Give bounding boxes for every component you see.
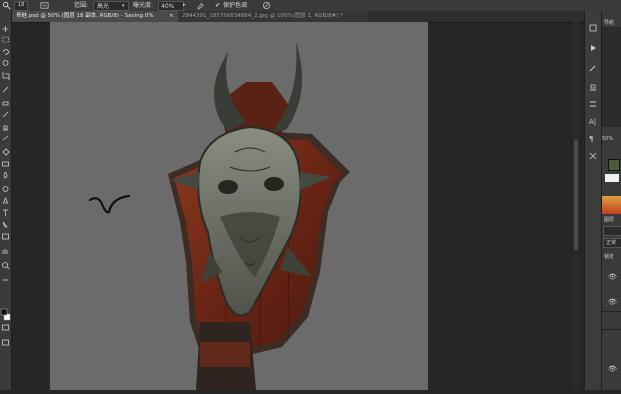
blend-mode-select[interactable]: 正常 bbox=[603, 238, 621, 248]
hand-tool-icon bbox=[2, 249, 8, 254]
brush-panel-icon[interactable] bbox=[40, 1, 49, 10]
swatches-strip[interactable] bbox=[602, 196, 621, 214]
protect-tone-checkbox[interactable]: ✔ bbox=[215, 0, 220, 11]
airbrush-icon[interactable] bbox=[196, 1, 205, 10]
healing-brush-icon bbox=[2, 101, 9, 106]
brush-presets-icon[interactable] bbox=[588, 63, 598, 73]
pressure-size-icon[interactable] bbox=[262, 1, 271, 10]
layer-filter[interactable] bbox=[603, 226, 621, 236]
type-tool-icon bbox=[3, 209, 8, 216]
pen-tool-icon bbox=[2, 196, 9, 204]
history-panel-icon[interactable] bbox=[588, 23, 598, 33]
dodge-tool-icon bbox=[2, 186, 9, 192]
layers-tab[interactable]: 图层 bbox=[604, 216, 614, 223]
tools-icons bbox=[0, 26, 11, 346]
screen-mode-icon bbox=[2, 339, 9, 346]
tab-frog-psd[interactable]: 青蛙.psd @ 50% (图层 18 副本, RGB/8) - Saving … bbox=[12, 11, 179, 22]
protect-tone-label: 保护色调 bbox=[223, 2, 248, 9]
lock-label: 锁定 bbox=[604, 254, 615, 260]
layer-divider bbox=[602, 311, 621, 312]
range-select[interactable]: 高光 ▾ bbox=[93, 1, 129, 11]
range-label: 范围: bbox=[74, 2, 89, 9]
close-icon[interactable]: × bbox=[169, 11, 174, 22]
tab-reference-jpg[interactable]: 2844391_185756634884_2.jpg @ 100%(图层 1, … bbox=[178, 11, 368, 22]
move-tool-icon bbox=[2, 26, 9, 32]
quick-mask-icon bbox=[2, 324, 9, 331]
eye-icon[interactable]: 👁 bbox=[608, 298, 617, 306]
brush-tool-icon bbox=[2, 111, 9, 118]
background-swatch[interactable] bbox=[605, 174, 619, 182]
foreground-color-swatch bbox=[0, 308, 8, 316]
clone-source-icon[interactable] bbox=[588, 83, 598, 93]
navigator-preview[interactable] bbox=[602, 27, 621, 127]
blur-tool-icon bbox=[3, 171, 8, 179]
paragraph-panel-icon[interactable]: ¶ bbox=[589, 135, 593, 143]
quick-select-icon bbox=[2, 60, 9, 66]
gradient-tool-icon bbox=[2, 161, 9, 167]
exposure-field[interactable]: 40% bbox=[158, 1, 184, 11]
artwork bbox=[88, 42, 350, 390]
scrollbar-thumb[interactable] bbox=[574, 140, 578, 250]
tab-label: 2844391_185756634884_2.jpg @ 100%(图层 1, … bbox=[182, 13, 343, 19]
shape-tool-icon bbox=[2, 233, 9, 240]
zoom-tool-icon bbox=[2, 262, 8, 268]
navigator-tab[interactable]: 导航 bbox=[604, 19, 614, 26]
path-select-icon bbox=[2, 221, 8, 228]
foreground-swatch[interactable] bbox=[608, 159, 620, 171]
dodge-tool-icon[interactable] bbox=[2, 1, 11, 10]
clone-stamp-icon bbox=[3, 125, 8, 131]
brush-preset-picker[interactable]: 18 bbox=[14, 1, 28, 11]
right-panels: 导航 50% 图层 正常 锁定 👁 👁 👁 bbox=[601, 11, 621, 390]
layer-divider bbox=[602, 329, 621, 330]
zoom-value[interactable]: 50% bbox=[602, 136, 613, 142]
lasso-tool-icon bbox=[2, 49, 10, 55]
history-brush-icon bbox=[2, 135, 9, 141]
eye-icon[interactable]: 👁 bbox=[608, 273, 617, 281]
properties-panel-icon[interactable] bbox=[588, 99, 598, 109]
exposure-dropdown-icon[interactable]: ▸ bbox=[183, 0, 186, 11]
eraser-tool-icon bbox=[2, 148, 10, 156]
character-panel-icon[interactable]: A| bbox=[589, 118, 596, 126]
actions-panel-icon[interactable] bbox=[588, 43, 598, 53]
blend-mode-value: 正常 bbox=[606, 240, 617, 246]
tool-presets-icon[interactable] bbox=[588, 151, 598, 161]
panel-dock-strip: A| ¶ bbox=[584, 11, 601, 390]
tab-label: 青蛙.psd @ 50% (图层 18 副本, RGB/8) - Saving … bbox=[16, 13, 154, 19]
eye-icon[interactable]: 👁 bbox=[608, 365, 617, 373]
brush-stroke bbox=[88, 194, 131, 214]
crop-tool-icon bbox=[2, 72, 10, 80]
eyedropper-icon bbox=[2, 86, 9, 93]
document-canvas[interactable] bbox=[50, 22, 428, 390]
marquee-tool-icon bbox=[2, 36, 9, 43]
exposure-label: 曝光度: bbox=[133, 2, 154, 9]
